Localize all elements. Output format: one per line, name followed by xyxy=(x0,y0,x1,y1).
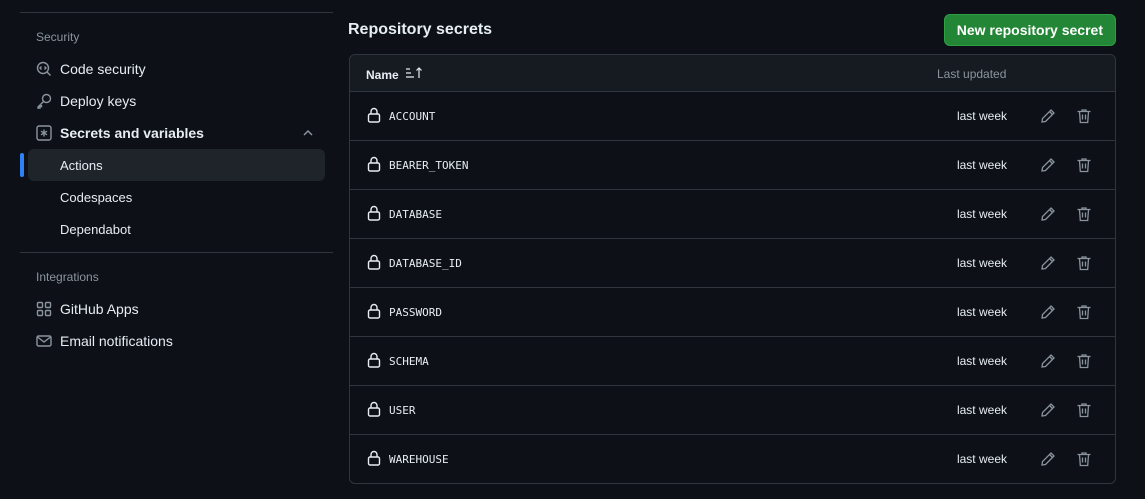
secret-last-updated: last week xyxy=(956,452,1007,466)
secret-name: DATABASE_ID xyxy=(389,257,462,270)
secret-last-updated: last week xyxy=(956,109,1007,123)
sidebar-item-label: GitHub Apps xyxy=(60,301,139,317)
delete-trash-icon[interactable] xyxy=(1076,157,1092,178)
mail-icon xyxy=(36,333,52,349)
column-header-last-updated: Last updated xyxy=(937,67,1007,81)
sidebar-subitem-dependabot[interactable]: Dependabot xyxy=(28,213,325,245)
new-repository-secret-button[interactable]: New repository secret xyxy=(943,14,1116,46)
table-row: BEARER_TOKEN last week xyxy=(350,141,1115,190)
edit-pencil-icon[interactable] xyxy=(1040,304,1056,325)
sidebar-item-deploy-keys[interactable]: Deploy keys xyxy=(28,85,325,117)
edit-pencil-icon[interactable] xyxy=(1040,402,1056,423)
delete-trash-icon[interactable] xyxy=(1076,451,1092,472)
section-label-security: Security xyxy=(36,30,80,44)
delete-trash-icon[interactable] xyxy=(1076,255,1092,276)
secrets-table: Name Last updated ACCOUNT last week BEARER… xyxy=(349,54,1116,484)
sidebar-divider xyxy=(20,252,333,253)
column-header-name-label: Name xyxy=(366,67,399,82)
secret-last-updated: last week xyxy=(956,256,1007,270)
secret-last-updated: last week xyxy=(956,207,1007,221)
secret-name: ACCOUNT xyxy=(389,110,436,123)
sidebar-subitem-label: Actions xyxy=(60,157,103,173)
table-row: WAREHOUSE last week xyxy=(350,435,1115,483)
chevron-up-icon[interactable] xyxy=(301,126,315,143)
sidebar-item-label: Secrets and variables xyxy=(60,125,204,141)
asterisk-box-icon xyxy=(36,125,52,141)
secret-last-updated: last week xyxy=(956,403,1007,417)
edit-pencil-icon[interactable] xyxy=(1040,255,1056,276)
secret-last-updated: last week xyxy=(956,158,1007,172)
table-row: SCHEMA last week xyxy=(350,337,1115,386)
edit-pencil-icon[interactable] xyxy=(1040,157,1056,178)
sidebar-item-code-security[interactable]: Code security xyxy=(28,53,325,85)
delete-trash-icon[interactable] xyxy=(1076,402,1092,423)
delete-trash-icon[interactable] xyxy=(1076,206,1092,227)
secret-name: SCHEMA xyxy=(389,355,429,368)
secret-name: WAREHOUSE xyxy=(389,453,449,466)
secret-name: PASSWORD xyxy=(389,306,442,319)
section-label-integrations: Integrations xyxy=(36,270,99,284)
edit-pencil-icon[interactable] xyxy=(1040,353,1056,374)
lock-icon xyxy=(367,205,381,226)
secret-name: DATABASE xyxy=(389,208,442,221)
delete-trash-icon[interactable] xyxy=(1076,304,1092,325)
active-indicator xyxy=(20,153,24,177)
settings-sidebar: Security Code security Deploy keys Secre… xyxy=(20,0,334,499)
sidebar-item-label: Email notifications xyxy=(60,333,173,349)
table-row: DATABASE last week xyxy=(350,190,1115,239)
key-icon xyxy=(36,93,52,109)
sidebar-item-github-apps[interactable]: GitHub Apps xyxy=(28,293,325,325)
lock-icon xyxy=(367,401,381,422)
sidebar-item-secrets-and-variables[interactable]: Secrets and variables xyxy=(28,117,325,149)
lock-icon xyxy=(367,450,381,471)
lock-icon xyxy=(367,303,381,324)
sidebar-item-label: Code security xyxy=(60,61,146,77)
table-body: ACCOUNT last week BEARER_TOKEN last week DAT… xyxy=(350,92,1115,483)
lock-icon xyxy=(367,156,381,177)
table-row: USER last week xyxy=(350,386,1115,435)
apps-grid-icon xyxy=(36,301,52,317)
edit-pencil-icon[interactable] xyxy=(1040,108,1056,129)
sidebar-divider xyxy=(20,12,333,13)
secret-name: USER xyxy=(389,404,416,417)
page-title: Repository secrets xyxy=(348,21,493,38)
lock-icon xyxy=(367,254,381,275)
table-row: DATABASE_ID last week xyxy=(350,239,1115,288)
table-row: ACCOUNT last week xyxy=(350,92,1115,141)
edit-pencil-icon[interactable] xyxy=(1040,206,1056,227)
sidebar-subitem-label: Dependabot xyxy=(60,221,131,237)
secret-last-updated: last week xyxy=(956,354,1007,368)
secret-last-updated: last week xyxy=(956,305,1007,319)
code-security-icon xyxy=(36,61,52,77)
sidebar-subitem-actions[interactable]: Actions xyxy=(28,149,325,181)
sidebar-item-label: Deploy keys xyxy=(60,93,137,109)
edit-pencil-icon[interactable] xyxy=(1040,451,1056,472)
table-row: PASSWORD last week xyxy=(350,288,1115,337)
table-header: Name Last updated xyxy=(350,55,1115,92)
delete-trash-icon[interactable] xyxy=(1076,108,1092,129)
secret-name: BEARER_TOKEN xyxy=(389,159,469,172)
sort-ascending-icon[interactable] xyxy=(399,67,423,82)
delete-trash-icon[interactable] xyxy=(1076,353,1092,374)
sidebar-subitem-label: Codespaces xyxy=(60,189,133,205)
lock-icon xyxy=(367,107,381,128)
lock-icon xyxy=(367,352,381,373)
column-header-name[interactable]: Name xyxy=(366,67,423,82)
sidebar-subitem-codespaces[interactable]: Codespaces xyxy=(28,181,325,213)
sidebar-item-email-notifications[interactable]: Email notifications xyxy=(28,325,325,357)
